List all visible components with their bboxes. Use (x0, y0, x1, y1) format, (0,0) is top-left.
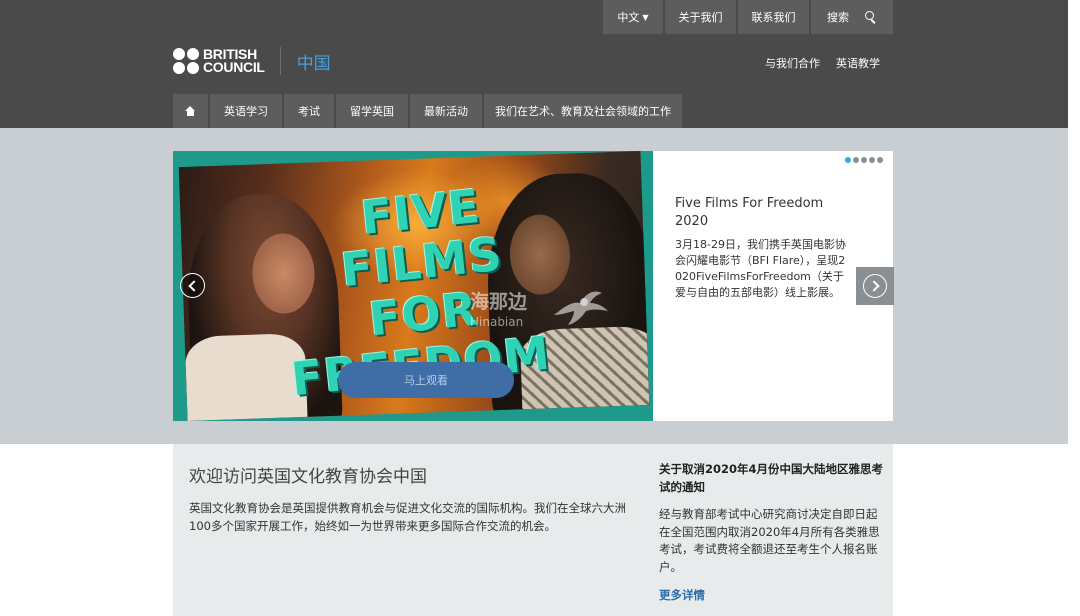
watch-now-button[interactable]: 马上观看 (338, 362, 514, 398)
search-button[interactable]: 搜索 (811, 0, 893, 34)
carousel-dot-3[interactable] (861, 157, 867, 163)
carousel-dot-2[interactable] (853, 157, 859, 163)
nav-exams[interactable]: 考试 (284, 94, 334, 128)
chevron-right-icon (863, 274, 887, 298)
search-icon (865, 11, 877, 23)
notice-heading: 关于取消2020年4月份中国大陆地区雅思考试的通知 (659, 462, 884, 494)
slide-title[interactable]: Five Films For Freedom 2020 (675, 195, 835, 231)
watermark-text: 海那边 (470, 291, 528, 313)
english-teaching-link[interactable]: 英语教学 (836, 55, 880, 71)
carousel-prev-icon[interactable] (180, 273, 205, 298)
watermark: 海那边 Hinabian (470, 292, 527, 332)
carousel-indicators (845, 157, 883, 163)
nav-latest-events[interactable]: 最新活动 (410, 94, 482, 128)
nav-arts-education-society[interactable]: 我们在艺术、教育及社会领域的工作 (484, 94, 682, 128)
nav-english-learning[interactable]: 英语学习 (210, 94, 282, 128)
carousel-dot-5[interactable] (877, 157, 883, 163)
logo-line2: COUNCIL (203, 59, 265, 75)
carousel-dot-4[interactable] (869, 157, 875, 163)
search-label: 搜索 (827, 11, 849, 24)
slide-description: 3月18-29日，我们携手英国电影协会闪耀电影节（BFI Flare），呈现20… (675, 238, 846, 299)
chevron-down-icon: ▼ (642, 12, 649, 22)
nav-home[interactable] (173, 94, 208, 128)
language-selector[interactable]: 中文 ▼ (603, 0, 663, 34)
contact-us-link[interactable]: 联系我们 (738, 0, 809, 34)
carousel-dot-1[interactable] (845, 157, 851, 163)
main-content: 欢迎访问英国文化教育协会中国 英国文化教育协会是英国提供教育机会与促进文化交流的… (173, 444, 893, 616)
work-with-us-link[interactable]: 与我们合作 (765, 55, 820, 71)
main-nav: 英语学习 考试 留学英国 最新活动 我们在艺术、教育及社会领域的工作 (173, 94, 684, 128)
logo-divider (279, 47, 281, 75)
more-details-link[interactable]: 更多详情 (659, 587, 705, 603)
language-label: 中文 (617, 11, 640, 24)
british-council-logo[interactable]: BRITISH COUNCIL 中国 (173, 47, 331, 75)
logo-wordmark: BRITISH COUNCIL (203, 47, 265, 75)
watermark-sub: Hinabian (470, 315, 524, 329)
notice-paragraph: 经与教育部考试中心研究商讨决定自即日起在全国范围内取消2020年4月所有各类雅思… (659, 507, 880, 574)
watermark-bird-icon (554, 291, 608, 325)
welcome-paragraph: 英国文化教育协会是英国提供教育机会与促进文化交流的国际机构。我们在全球六大洲10… (189, 501, 626, 533)
home-icon (185, 106, 196, 116)
top-utility-bar: 中文 ▼ 关于我们 联系我们 搜索 (601, 0, 893, 34)
nav-study-uk[interactable]: 留学英国 (336, 94, 408, 128)
logo-dots-icon (173, 48, 199, 74)
site-header: 中文 ▼ 关于我们 联系我们 搜索 BRITISH COUNCIL 中国 与我们… (0, 0, 1068, 128)
about-us-link[interactable]: 关于我们 (665, 0, 736, 34)
carousel-next-button[interactable] (856, 267, 894, 305)
country-label: 中国 (296, 53, 331, 74)
header-links: 与我们合作 英语教学 (765, 55, 880, 71)
welcome-heading: 欢迎访问英国文化教育协会中国 (189, 467, 427, 487)
